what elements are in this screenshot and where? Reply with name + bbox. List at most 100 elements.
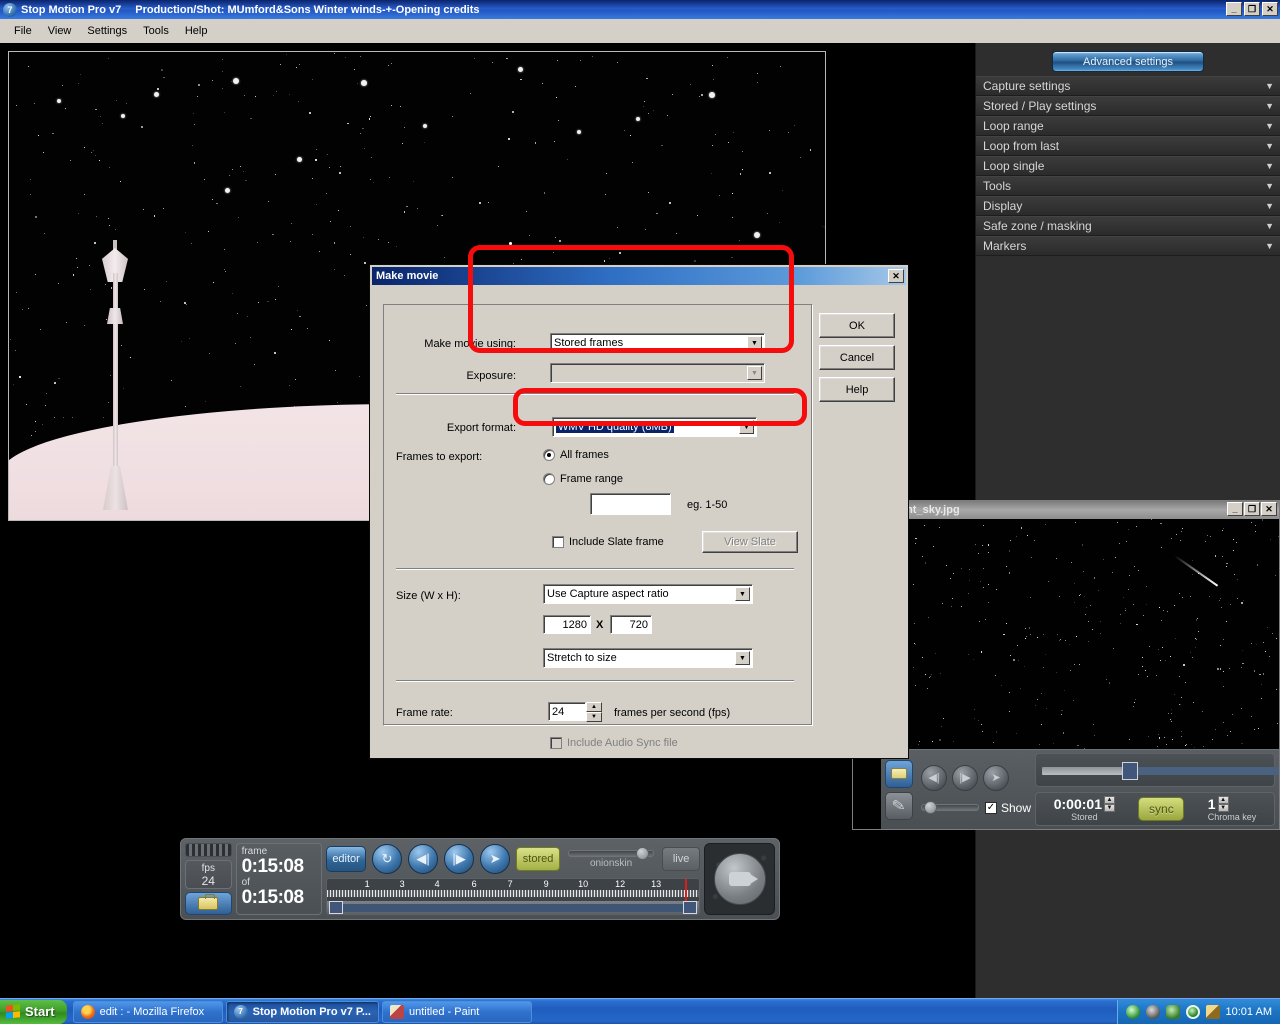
jog-wheel-dial[interactable] [713,853,766,905]
sidebar-item-capture-settings[interactable]: Capture settings ▼ [976,76,1280,96]
menu-item-view[interactable]: View [40,23,80,39]
star [193,162,195,164]
audio-sync-checkbox[interactable]: Include Audio Sync file [550,737,678,749]
stored-button[interactable]: stored [516,847,561,871]
chevron-down-icon[interactable]: ▼ [747,336,762,350]
live-button[interactable]: live [662,847,701,871]
width-input[interactable]: 1280 [543,615,591,634]
tray-antivirus-icon[interactable] [1125,1005,1140,1019]
opacity-slider-handle[interactable] [924,801,937,814]
onionskin-slider[interactable] [568,846,655,860]
night-sky-close-button[interactable]: ✕ [1261,502,1277,516]
jog-wheel[interactable] [704,843,775,915]
sidebar-item-loop-single[interactable]: Loop single ▼ [976,156,1280,176]
timeline-ruler[interactable]: 1 3 4 6 7 9 10 12 13 [326,878,701,915]
sidebar-item-display[interactable]: Display ▼ [976,196,1280,216]
play-button[interactable]: |▶ [952,764,978,791]
maximize-button[interactable]: ❐ [1244,2,1260,16]
range-slider-handle-start[interactable] [1122,762,1139,780]
chevron-down-icon[interactable]: ▼ [735,651,750,665]
sidebar-item-markers[interactable]: Markers ▼ [976,236,1280,256]
range-slider[interactable] [1035,753,1279,787]
sync-button[interactable]: sync [1138,797,1185,821]
menu-item-file[interactable]: File [6,23,40,39]
star [939,739,941,741]
frame-range-input[interactable] [590,493,671,515]
spinner-down-icon[interactable]: ▼ [1217,804,1229,812]
tray-shield-icon[interactable] [1185,1005,1200,1019]
timeline-scrollbar[interactable] [327,901,700,914]
onionskin-control[interactable]: onionskin [566,846,656,869]
spinner-up-icon[interactable]: ▲ [1217,796,1229,804]
taskbar-item-firefox[interactable]: edit : - Mozilla Firefox [72,1000,223,1023]
toolbox-button[interactable] [185,891,232,915]
sidebar-item-stored-play-settings[interactable]: Stored / Play settings ▼ [976,96,1280,116]
star [224,270,226,272]
star [919,741,921,742]
chevron-down-icon[interactable]: ▼ [735,587,750,601]
minimize-button[interactable]: _ [1226,2,1242,16]
chevron-down-icon[interactable]: ▼ [747,366,762,380]
taskbar-clock[interactable]: 10:01 AM [1226,1006,1272,1018]
ok-button[interactable]: OK [819,313,895,338]
night-sky-preview[interactable] [878,519,1279,759]
opacity-slider[interactable] [921,801,979,814]
editor-button[interactable]: editor [326,846,367,872]
next-frame-button[interactable]: ➤ [480,844,511,874]
sidebar-item-loop-from-last[interactable]: Loop from last ▼ [976,136,1280,156]
export-format-combo[interactable]: WMV HD quality (8MB) ▼ [552,417,757,437]
tray-volume-icon[interactable] [1205,1005,1220,1019]
view-slate-button[interactable]: View Slate [702,531,798,553]
radio-frame-range[interactable]: Frame range [543,473,623,485]
close-button[interactable]: ✕ [1262,2,1278,16]
loop-button[interactable]: ↻ [372,844,403,874]
frame-rate-spinner[interactable]: ▲ ▼ [586,702,602,722]
start-button[interactable]: Start [0,999,67,1024]
spinner-up-icon[interactable]: ▲ [586,702,602,712]
curve-tool-button[interactable]: ✎ [885,791,913,820]
next-frame-button[interactable]: ➤ [983,764,1009,791]
taskbar-item-paint[interactable]: untitled - Paint [382,1000,532,1023]
make-movie-using-combo[interactable]: Stored frames ▼ [550,333,765,353]
spinner-up-icon[interactable]: ▲ [1103,796,1115,804]
timeline-scroll-handle-left[interactable] [329,901,344,914]
star [125,103,127,104]
star [109,167,111,169]
menu-item-settings[interactable]: Settings [79,23,135,39]
help-button[interactable]: Help [819,377,895,402]
star [370,115,371,117]
dialog-close-button[interactable]: ✕ [888,269,904,283]
timeline-scroll-handle-right[interactable] [683,901,698,914]
chevron-down-icon[interactable]: ▼ [739,420,754,434]
onionskin-slider-handle[interactable] [636,846,650,860]
image-layer-button[interactable] [885,759,913,788]
spinner-down-icon[interactable]: ▼ [1103,804,1115,812]
radio-all-frames[interactable]: All frames [543,449,609,461]
exposure-combo[interactable]: ▼ [550,363,765,383]
advanced-settings-button[interactable]: Advanced settings [1052,51,1204,72]
tray-disc-icon[interactable] [1145,1005,1160,1019]
menu-item-help[interactable]: Help [177,23,216,39]
frame-rate-input[interactable]: 24 [548,702,586,721]
sidebar-item-tools[interactable]: Tools ▼ [976,176,1280,196]
include-slate-checkbox[interactable]: Include Slate frame [552,536,664,548]
show-checkbox[interactable]: ✓ Show [985,801,1031,815]
previous-frame-button[interactable]: ◀| [921,764,947,791]
menu-item-tools[interactable]: Tools [135,23,177,39]
star [975,543,977,545]
chroma-key-spinner[interactable]: ▲ ▼ [1217,796,1229,812]
previous-frame-button[interactable]: ◀| [408,844,439,874]
taskbar-item-stop-motion-pro[interactable]: 7 Stop Motion Pro v7 P... [225,1000,379,1023]
play-button[interactable]: |▶ [444,844,475,874]
cancel-button[interactable]: Cancel [819,345,895,370]
spinner-down-icon[interactable]: ▼ [586,712,602,722]
tray-network-icon[interactable] [1165,1005,1180,1019]
height-input[interactable]: 720 [610,615,652,634]
sidebar-item-safe-zone-masking[interactable]: Safe zone / masking ▼ [976,216,1280,236]
sidebar-item-loop-range[interactable]: Loop range ▼ [976,116,1280,136]
stored-time-spinner[interactable]: ▲ ▼ [1103,796,1115,812]
aspect-ratio-combo[interactable]: Use Capture aspect ratio ▼ [543,584,753,604]
night-sky-maximize-button[interactable]: ❐ [1244,502,1260,516]
stretch-combo[interactable]: Stretch to size ▼ [543,648,753,668]
night-sky-minimize-button[interactable]: _ [1227,502,1243,516]
